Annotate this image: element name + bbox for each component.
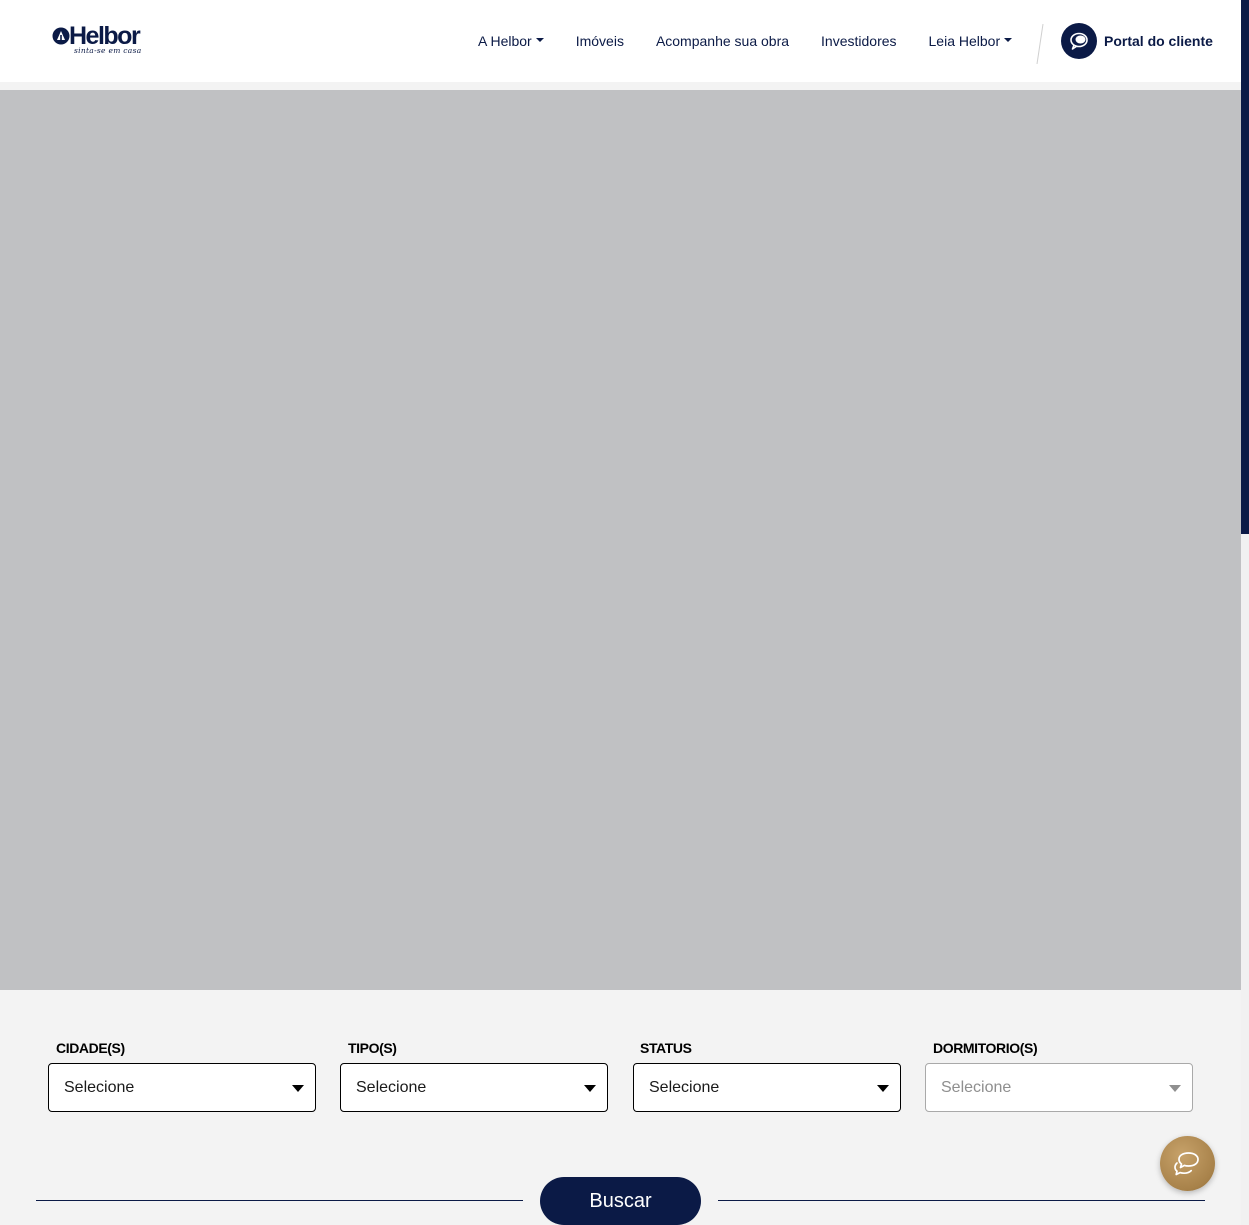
- filter-label-status: STATUS: [640, 1040, 692, 1056]
- hero-banner: [0, 90, 1241, 990]
- divider-line-left: [36, 1200, 523, 1201]
- filter-label-cidades: CIDADE(S): [56, 1040, 125, 1056]
- select-value: Selecione: [356, 1079, 427, 1096]
- dropdown-arrow-icon: [292, 1085, 304, 1092]
- nav-item-label: A Helbor: [478, 33, 532, 49]
- chat-icon: [1173, 1151, 1199, 1175]
- nav-item-label: Imóveis: [575, 33, 624, 49]
- helbor-logo-mark-icon: [52, 27, 70, 45]
- status-select[interactable]: Selecione: [633, 1063, 901, 1112]
- dropdown-arrow-icon: [877, 1085, 889, 1092]
- logo-tagline: sinta-se em casa: [74, 46, 142, 55]
- cidades-select[interactable]: Selecione: [48, 1063, 316, 1112]
- filter-label-dormitorios: DORMITORIO(S): [933, 1040, 1038, 1056]
- main-nav: A Helbor Imóveis Acompanhe sua obra Inve…: [478, 0, 1013, 82]
- helbor-logo[interactable]: Helbor sinta-se em casa: [52, 23, 156, 60]
- select-value: Selecione: [64, 1079, 135, 1096]
- nav-divider: [1036, 24, 1044, 64]
- caret-down-icon: [1004, 38, 1013, 42]
- nav-item-imoveis[interactable]: Imóveis: [576, 0, 624, 82]
- filter-label-tipos: TIPO(S): [348, 1040, 397, 1056]
- nav-item-label: Leia Helbor: [928, 33, 1001, 49]
- nav-item-label: Acompanhe sua obra: [655, 33, 790, 49]
- tipos-select[interactable]: Selecione: [340, 1063, 608, 1112]
- caret-down-icon: [535, 38, 544, 42]
- scrollbar-thumb[interactable]: [1241, 0, 1249, 534]
- search-filters: CIDADE(S) Selecione TIPO(S) Selecione ST…: [0, 990, 1241, 1225]
- portal-label: Portal do cliente: [1104, 33, 1213, 49]
- nav-item-investidores[interactable]: Investidores: [821, 0, 896, 82]
- nav-item-label: Investidores: [821, 33, 897, 49]
- site-header: Helbor sinta-se em casa A Helbor Imóveis…: [0, 0, 1241, 82]
- dormitorios-select[interactable]: Selecione: [925, 1063, 1193, 1112]
- chat-fab-button[interactable]: [1160, 1136, 1215, 1191]
- select-value: Selecione: [941, 1079, 1012, 1096]
- nav-item-leia-helbor[interactable]: Leia Helbor: [929, 0, 1013, 82]
- nav-item-acompanhe-sua-obra[interactable]: Acompanhe sua obra: [656, 0, 789, 82]
- chat-bubbles-icon: [1061, 23, 1097, 59]
- select-value: Selecione: [649, 1079, 720, 1096]
- dropdown-arrow-icon: [1169, 1085, 1181, 1092]
- dropdown-arrow-icon: [584, 1085, 596, 1092]
- portal-do-cliente-link[interactable]: Portal do cliente: [1061, 23, 1213, 59]
- nav-item-a-helbor[interactable]: A Helbor: [478, 0, 544, 82]
- divider-line-right: [718, 1200, 1205, 1201]
- buscar-button[interactable]: Buscar: [540, 1177, 701, 1225]
